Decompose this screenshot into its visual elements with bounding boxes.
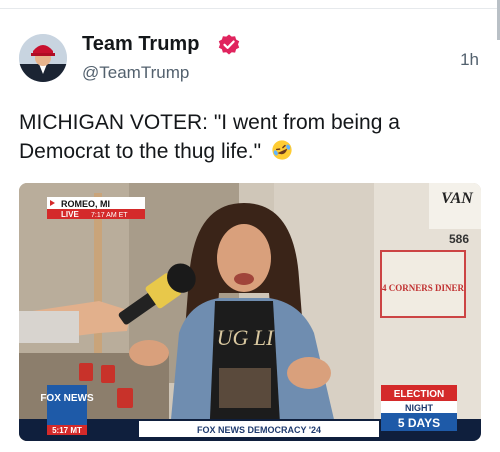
live-label: LIVE [61, 210, 79, 219]
post-timestamp[interactable]: 1h [460, 50, 479, 70]
verified-badge-icon [218, 34, 240, 55]
author-name[interactable]: Team Trump [82, 33, 199, 56]
shirt-text: UG LI [217, 325, 276, 350]
rolling-on-floor-laughing-emoji-icon [272, 140, 292, 160]
post-text-container: MICHIGAN VOTER: "I went from being a Dem… [19, 108, 479, 166]
live-time: 7:17 AM ET [91, 212, 128, 219]
fox-news-logo [47, 385, 87, 425]
diner-sign-text: 4 CORNERS DINER [382, 283, 465, 293]
post-text: MICHIGAN VOTER: "I went from being a Dem… [19, 111, 400, 163]
night-label: NIGHT [405, 403, 434, 413]
ticker-text: FOX NEWS DEMOCRACY '24 [197, 425, 321, 435]
wall-number: 586 [449, 232, 469, 246]
location-text: ROMEO, MI [61, 199, 110, 209]
top-divider [0, 8, 500, 9]
author-handle[interactable]: @TeamTrump [82, 63, 189, 83]
author-avatar[interactable] [19, 34, 67, 82]
network-name: FOX NEWS [40, 393, 94, 404]
broadcast-clock: 5:17 MT [52, 426, 82, 435]
election-label: ELECTION [394, 389, 445, 400]
video-media[interactable]: 4 CORNERS DINER 586 VAN UG LI ROMEO, MI … [19, 183, 481, 441]
countdown-text: 5 DAYS [398, 416, 440, 430]
van-text: VAN [441, 190, 474, 207]
